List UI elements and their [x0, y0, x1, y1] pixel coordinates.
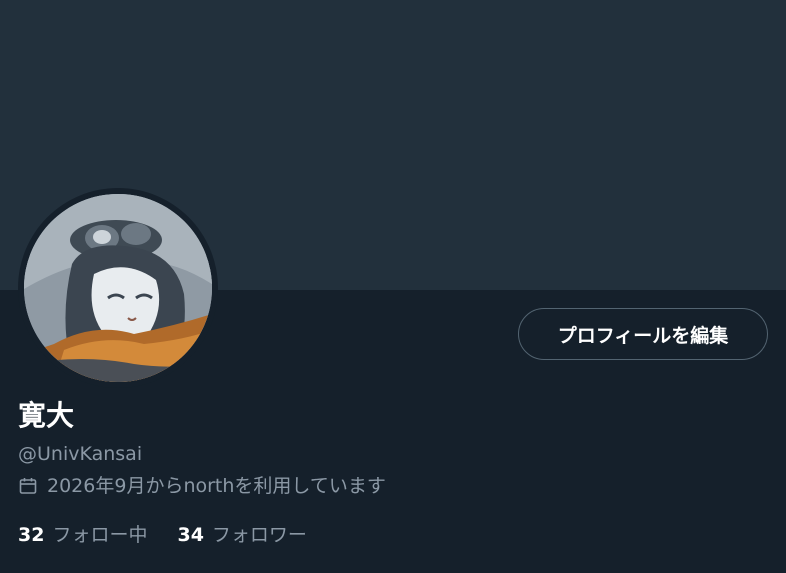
- following-label: フォロー中: [52, 524, 148, 546]
- following-link[interactable]: 32 フォロー中: [18, 521, 147, 549]
- calendar-icon: [18, 476, 38, 496]
- avatar[interactable]: [24, 194, 212, 382]
- profile-page: プロフィールを編集 寛大 @UnivKansai 2026年9月からnorthを…: [0, 0, 786, 573]
- followers-link[interactable]: 34 フォロワー: [177, 521, 306, 549]
- display-name: 寛大: [18, 399, 75, 432]
- edit-profile-button[interactable]: プロフィールを編集: [518, 308, 768, 360]
- followers-label: フォロワー: [211, 524, 307, 546]
- user-handle: @UnivKansai: [18, 443, 143, 465]
- following-count: 32: [18, 524, 45, 546]
- joined-date: 2026年9月からnorthを利用しています: [18, 473, 386, 499]
- joined-text: 2026年9月からnorthを利用しています: [47, 475, 386, 497]
- avatar-illustration: [24, 194, 212, 382]
- follow-stats: 32 フォロー中 34 フォロワー: [18, 521, 337, 549]
- avatar-frame: [18, 188, 218, 388]
- followers-count: 34: [177, 524, 204, 546]
